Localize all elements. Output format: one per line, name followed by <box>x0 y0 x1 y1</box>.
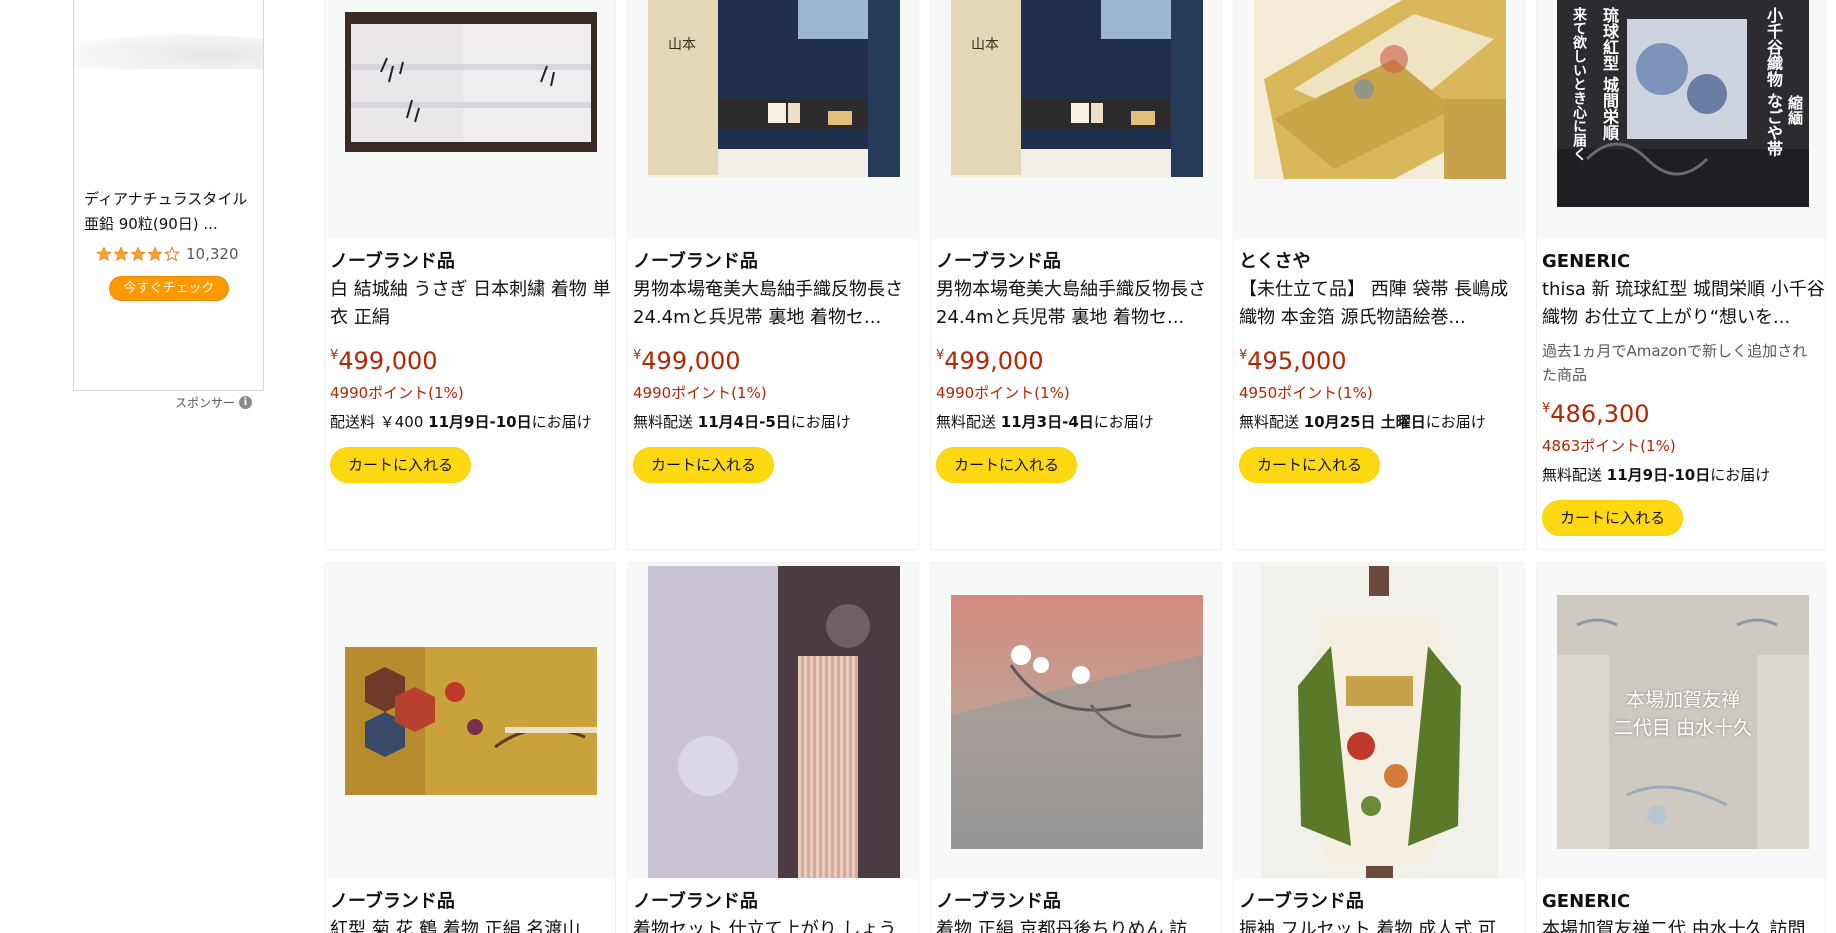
add-to-cart-button[interactable]: カートに入れる <box>330 447 472 483</box>
product-image[interactable] <box>1234 563 1524 879</box>
product-image[interactable] <box>931 563 1221 879</box>
oshima-tsumugi-set-image: 山本 <box>951 0 1203 177</box>
product-brand: ノーブランド品 <box>330 251 455 272</box>
product-brand: ノーブランド品 <box>936 251 1061 272</box>
ad-rating[interactable]: 10,320 <box>96 245 239 263</box>
product-price[interactable]: ¥499,000 <box>936 347 1044 375</box>
delivery-info: 無料配送 10月25日 土曜日にお届け <box>1239 413 1486 431</box>
ad-rating-count[interactable]: 10,320 <box>186 245 239 263</box>
product-brand: ノーブランド品 <box>633 891 758 912</box>
sponsor-text: スポンサー <box>175 396 236 410</box>
product-image[interactable]: 山本 <box>628 0 918 239</box>
product-card[interactable]: ノーブランド品 着物 正絹 京都丹後ちりめん 訪 <box>930 562 1222 933</box>
product-title[interactable]: 男物本場奄美大島紬手織反物長さ24.4mと兵児帯 裏地 着物セ... <box>936 276 1221 332</box>
product-title[interactable]: thisa 新 琉球紅型 城間栄順 小千谷織物 お仕立て上がり“想いを... <box>1542 276 1827 332</box>
product-title[interactable]: 紅型 菊 花 鶴 着物 正絹 名渡山 <box>330 916 615 933</box>
product-price[interactable]: ¥486,300 <box>1542 400 1650 428</box>
sponsored-label[interactable]: スポンサー i <box>175 394 253 411</box>
product-card[interactable]: ノーブランド品 着物セット 仕立て上がり しょう <box>627 562 919 933</box>
product-image[interactable]: 琉球紅型 城間栄順 来て欲しいとき心に届く 小千谷織物 なごや帯 縮緬 <box>1537 0 1825 239</box>
add-to-cart-button[interactable]: カートに入れる <box>633 447 775 483</box>
product-brand: GENERIC <box>1542 251 1631 272</box>
product-price[interactable]: ¥499,000 <box>330 347 438 375</box>
product-title[interactable]: 着物 正絹 京都丹後ちりめん 訪 <box>936 916 1221 933</box>
product-brand: ノーブランド品 <box>936 891 1061 912</box>
sponsored-ad-card[interactable]: ディアナチュラスタイル 亜鉛 90粒(90日) ... 10,320 今すぐチェ… <box>73 0 264 391</box>
product-image[interactable] <box>1234 0 1524 239</box>
info-icon[interactable]: i <box>239 396 253 409</box>
product-image[interactable]: 山本 <box>931 0 1221 239</box>
furisode-mannequin-image <box>1261 566 1498 878</box>
bingata-caption-right2: 縮緬 <box>1786 95 1804 125</box>
add-to-cart-button[interactable]: カートに入れる <box>1542 500 1684 536</box>
product-points: 4990ポイント(1%) <box>633 384 767 402</box>
product-image[interactable]: 本場加賀友禅 二代目 由水十久 <box>1537 563 1825 879</box>
product-image[interactable] <box>628 563 918 879</box>
product-price[interactable]: ¥495,000 <box>1239 347 1347 375</box>
product-title[interactable]: 本場加賀友禅二代 由水十久 訪問 <box>1542 916 1827 933</box>
product-card[interactable]: ノーブランド品 白 結城紬 うさぎ 日本刺繍 着物 単衣 正絹 ¥499,000… <box>324 0 616 550</box>
product-image[interactable] <box>325 0 615 239</box>
product-image[interactable] <box>325 563 615 879</box>
delivery-info: 無料配送 11月9日-10日にお届け <box>1542 466 1771 484</box>
product-brand: とくさや <box>1239 251 1311 272</box>
product-title[interactable]: 着物セット 仕立て上がり しょう <box>633 916 918 933</box>
add-to-cart-button[interactable]: カートに入れる <box>1239 447 1381 483</box>
product-card[interactable]: 山本 ノーブランド品 男物本場奄美大島紬手織反物長さ24.4mと兵児帯 裏地 着… <box>930 0 1222 550</box>
product-title[interactable]: 白 結城紬 うさぎ 日本刺繍 着物 単衣 正絹 <box>330 276 615 332</box>
bingata-caption-left: 琉球紅型 城間栄順 <box>1600 7 1619 141</box>
pink-gray-kimono-image <box>951 595 1203 849</box>
product-card[interactable]: ノーブランド品 紅型 菊 花 鶴 着物 正絹 名渡山 <box>324 562 616 933</box>
product-points: 4863ポイント(1%) <box>1542 437 1676 455</box>
purple-kimono-set-image <box>648 566 900 878</box>
product-card[interactable]: とくさや 【未仕立て品】 西陣 袋帯 長嶋成織物 本金箔 源氏物語絵巻... ¥… <box>1233 0 1525 550</box>
ad-check-now-button[interactable]: 今すぐチェック <box>109 276 229 301</box>
product-brand: ノーブランド品 <box>1239 891 1364 912</box>
product-points: 4950ポイント(1%) <box>1239 384 1373 402</box>
delivery-info: 無料配送 11月4日-5日にお届け <box>633 413 851 431</box>
product-brand: ノーブランド品 <box>330 891 455 912</box>
product-title[interactable]: 振袖 フルセット 着物 成人式 可 <box>1239 916 1524 933</box>
bingata-nagoya-obi-image: 琉球紅型 城間栄順 来て欲しいとき心に届く 小千谷織物 なごや帯 縮緬 <box>1557 0 1809 207</box>
delivery-info: 配送料 ￥400 11月9日-10日にお届け <box>330 413 592 431</box>
product-points: 4990ポイント(1%) <box>936 384 1070 402</box>
kimono-white-fabric-image <box>345 12 597 152</box>
gold-obi-image <box>1254 0 1506 179</box>
product-price[interactable]: ¥499,000 <box>633 347 741 375</box>
add-to-cart-button[interactable]: カートに入れる <box>936 447 1078 483</box>
star-rating-icon <box>96 246 180 262</box>
search-results-page: ディアナチュラスタイル 亜鉛 90粒(90日) ... 10,320 今すぐチェ… <box>0 0 1836 933</box>
bingata-caption-right: 小千谷織物 なごや帯 <box>1764 7 1783 157</box>
yellow-bingata-kimono-image <box>345 647 597 795</box>
product-points: 4990ポイント(1%) <box>330 384 464 402</box>
product-title[interactable]: 男物本場奄美大島紬手織反物長さ24.4mと兵児帯 裏地 着物セ... <box>633 276 918 332</box>
product-card[interactable]: 琉球紅型 城間栄順 来て欲しいとき心に届く 小千谷織物 なごや帯 縮緬 GENE… <box>1536 0 1826 550</box>
product-card[interactable]: 本場加賀友禅 二代目 由水十久 GENERIC 本場加賀友禅二代 由水十久 訪問 <box>1536 562 1826 933</box>
ad-banner-image[interactable] <box>74 0 263 69</box>
delivery-info: 無料配送 11月3日-4日にお届け <box>936 413 1154 431</box>
kaga-yuzen-caption: 本場加賀友禅 二代目 由水十久 <box>1613 690 1753 739</box>
product-brand: ノーブランド品 <box>633 251 758 272</box>
bingata-caption-left2: 来て欲しいとき心に届く <box>1571 7 1587 161</box>
product-title[interactable]: 【未仕立て品】 西陣 袋帯 長嶋成織物 本金箔 源氏物語絵巻... <box>1239 276 1524 332</box>
product-card[interactable]: ノーブランド品 振袖 フルセット 着物 成人式 可 <box>1233 562 1525 933</box>
oshima-tsumugi-set-image: 山本 <box>648 0 900 177</box>
kaga-yuzen-kimono-image: 本場加賀友禅 二代目 由水十久 <box>1557 595 1809 849</box>
new-listing-note: 過去1ヵ月でAmazonで新しく追加された商品 <box>1542 342 1808 384</box>
svg-text:山本: 山本 <box>668 37 696 53</box>
product-card[interactable]: 山本 ノーブランド品 男物本場奄美大島紬手織反物長さ24.4mと兵児帯 裏地 着… <box>627 0 919 550</box>
product-brand: GENERIC <box>1542 891 1631 912</box>
svg-text:山本: 山本 <box>971 37 999 53</box>
ad-product-title[interactable]: ディアナチュラスタイル 亜鉛 90粒(90日) ... <box>84 187 256 237</box>
